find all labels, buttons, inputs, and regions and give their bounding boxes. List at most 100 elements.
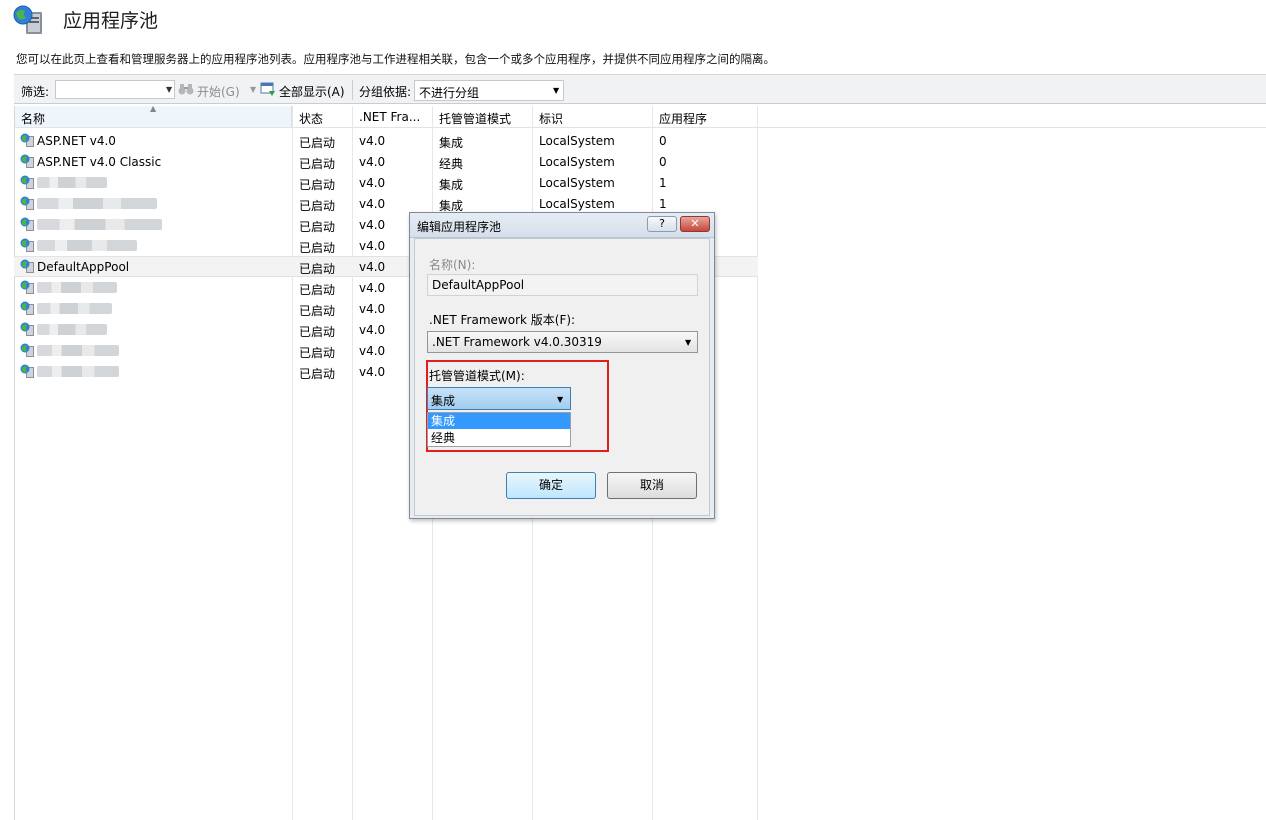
redacted-name — [37, 240, 137, 251]
framework-arrow-icon: ▼ — [685, 338, 692, 347]
row-apps: 0 — [659, 134, 667, 148]
name-label: 名称(N): — [429, 258, 476, 272]
row-status: 已启动 — [299, 262, 336, 276]
row-net: v4.0 — [359, 239, 386, 253]
row-net: v4.0 — [359, 344, 386, 358]
redacted-name — [37, 366, 119, 377]
framework-value: .NET Framework v4.0.30319 — [432, 335, 602, 349]
page-description: 您可以在此页上查看和管理服务器上的应用程序池列表。应用程序池与工作进程相关联，包… — [16, 52, 775, 66]
row-net: v4.0 — [359, 365, 386, 379]
row-status: 已启动 — [299, 178, 336, 192]
filter-dropdown-arrow-icon[interactable]: ▼ — [166, 85, 172, 94]
column-header-net[interactable]: .NET Fra... — [359, 110, 420, 124]
app-pool-row-icon — [20, 196, 36, 211]
redacted-name — [37, 198, 157, 209]
row-status: 已启动 — [299, 199, 336, 213]
pipeline-mode-select[interactable]: 集成 ▼ — [427, 387, 571, 410]
app-pool-row-icon — [20, 343, 36, 358]
row-name: DefaultAppPool — [37, 260, 130, 274]
name-field[interactable]: DefaultAppPool — [427, 274, 698, 296]
row-identity: LocalSystem — [539, 197, 615, 211]
row-mode: 集成 — [439, 136, 464, 150]
redacted-name — [37, 324, 107, 335]
show-all-icon — [260, 82, 277, 97]
row-status: 已启动 — [299, 304, 336, 318]
column-header-status[interactable]: 状态 — [299, 110, 323, 127]
app-pool-row-icon — [20, 280, 36, 295]
show-all-button[interactable]: 全部显示(A) — [279, 83, 345, 100]
row-status: 已启动 — [299, 283, 336, 297]
cancel-button[interactable]: 取消 — [607, 472, 697, 499]
row-name: ASP.NET v4.0 — [37, 134, 116, 148]
row-net: v4.0 — [359, 281, 386, 295]
row-status: 已启动 — [299, 346, 336, 360]
framework-label: .NET Framework 版本(F): — [429, 313, 576, 327]
column-header-applications[interactable]: 应用程序 — [659, 110, 707, 127]
redacted-name — [37, 219, 162, 230]
column-header-pipeline-mode[interactable]: 托管管道模式 — [439, 110, 511, 127]
app-pool-row-icon — [20, 364, 36, 379]
row-status: 已启动 — [299, 157, 336, 171]
row-apps: 0 — [659, 155, 667, 169]
app-pool-row-icon — [20, 259, 36, 274]
start-dropdown-arrow-icon[interactable]: ▼ — [250, 85, 256, 94]
sort-ascending-icon: ▲ — [150, 104, 157, 113]
redacted-name — [37, 177, 107, 188]
column-header-identity[interactable]: 标识 — [539, 110, 563, 127]
app-pool-row-icon — [20, 175, 36, 190]
redacted-name — [37, 303, 112, 314]
filter-input[interactable] — [55, 80, 175, 99]
ok-button[interactable]: 确定 — [506, 472, 596, 499]
group-by-value: 不进行分组 — [419, 86, 480, 100]
pipeline-mode-option-classic[interactable]: 经典 — [428, 430, 570, 446]
redacted-name — [37, 282, 117, 293]
table-row[interactable]: 已启动 v4.0 集成 LocalSystem 1 — [14, 193, 1266, 214]
row-identity: LocalSystem — [539, 134, 615, 148]
row-apps: 1 — [659, 197, 667, 211]
row-identity: LocalSystem — [539, 155, 615, 169]
app-pool-row-icon — [20, 154, 36, 169]
row-status: 已启动 — [299, 136, 336, 150]
pipeline-mode-value: 集成 — [431, 394, 456, 408]
help-button[interactable]: ? — [647, 216, 677, 232]
group-by-arrow-icon: ▼ — [553, 86, 560, 95]
row-net: v4.0 — [359, 260, 386, 274]
table-row[interactable]: ASP.NET v4.0 Classic 已启动 v4.0 经典 LocalSystem… — [14, 151, 1266, 172]
dialog-titlebar[interactable]: 编辑应用程序池 ? ✕ — [410, 213, 714, 238]
toolbar-separator — [352, 80, 353, 100]
row-net: v4.0 — [359, 176, 386, 190]
table-row[interactable]: ASP.NET v4.0 已启动 v4.0 集成 LocalSystem 0 — [14, 130, 1266, 151]
app-pool-row-icon — [20, 301, 36, 316]
row-status: 已启动 — [299, 325, 336, 339]
edit-app-pool-dialog: 编辑应用程序池 ? ✕ 名称(N): DefaultAppPool .NET F… — [409, 212, 715, 519]
row-net: v4.0 — [359, 302, 386, 316]
group-by-select[interactable]: 不进行分组 ▼ — [414, 80, 564, 101]
start-button[interactable]: 开始(G) — [197, 83, 240, 100]
row-identity: LocalSystem — [539, 176, 615, 190]
table-row[interactable]: 已启动 v4.0 集成 LocalSystem 1 — [14, 172, 1266, 193]
binoculars-icon — [178, 82, 194, 96]
pipeline-mode-label: 托管管道模式(M): — [429, 369, 525, 383]
row-net: v4.0 — [359, 218, 386, 232]
pipeline-mode-arrow-icon: ▼ — [557, 395, 564, 404]
row-status: 已启动 — [299, 220, 336, 234]
row-net: v4.0 — [359, 197, 386, 211]
table-header: 名称 ▲ 状态 .NET Fra... 托管管道模式 标识 应用程序 — [14, 104, 1266, 128]
pipeline-mode-option-integrated[interactable]: 集成 — [428, 413, 570, 429]
row-net: v4.0 — [359, 155, 386, 169]
column-header-name[interactable]: 名称 — [21, 110, 45, 127]
row-mode: 经典 — [439, 157, 464, 171]
framework-select[interactable]: .NET Framework v4.0.30319 ▼ — [427, 331, 698, 353]
row-net: v4.0 — [359, 134, 386, 148]
pipeline-mode-dropdown-list: 集成 经典 — [427, 412, 571, 447]
row-status: 已启动 — [299, 367, 336, 381]
dialog-title: 编辑应用程序池 — [417, 220, 502, 234]
toolbar: 筛选: ▼ 开始(G) ▼ 全部显示(A) 分组依据: 不进行分组 ▼ — [14, 74, 1266, 104]
page-title: 应用程序池 — [63, 10, 159, 32]
app-pool-icon — [12, 4, 48, 38]
row-status: 已启动 — [299, 241, 336, 255]
row-name: ASP.NET v4.0 Classic — [37, 155, 162, 169]
close-button[interactable]: ✕ — [680, 216, 710, 232]
group-by-label: 分组依据: — [359, 85, 412, 99]
row-apps: 1 — [659, 176, 667, 190]
